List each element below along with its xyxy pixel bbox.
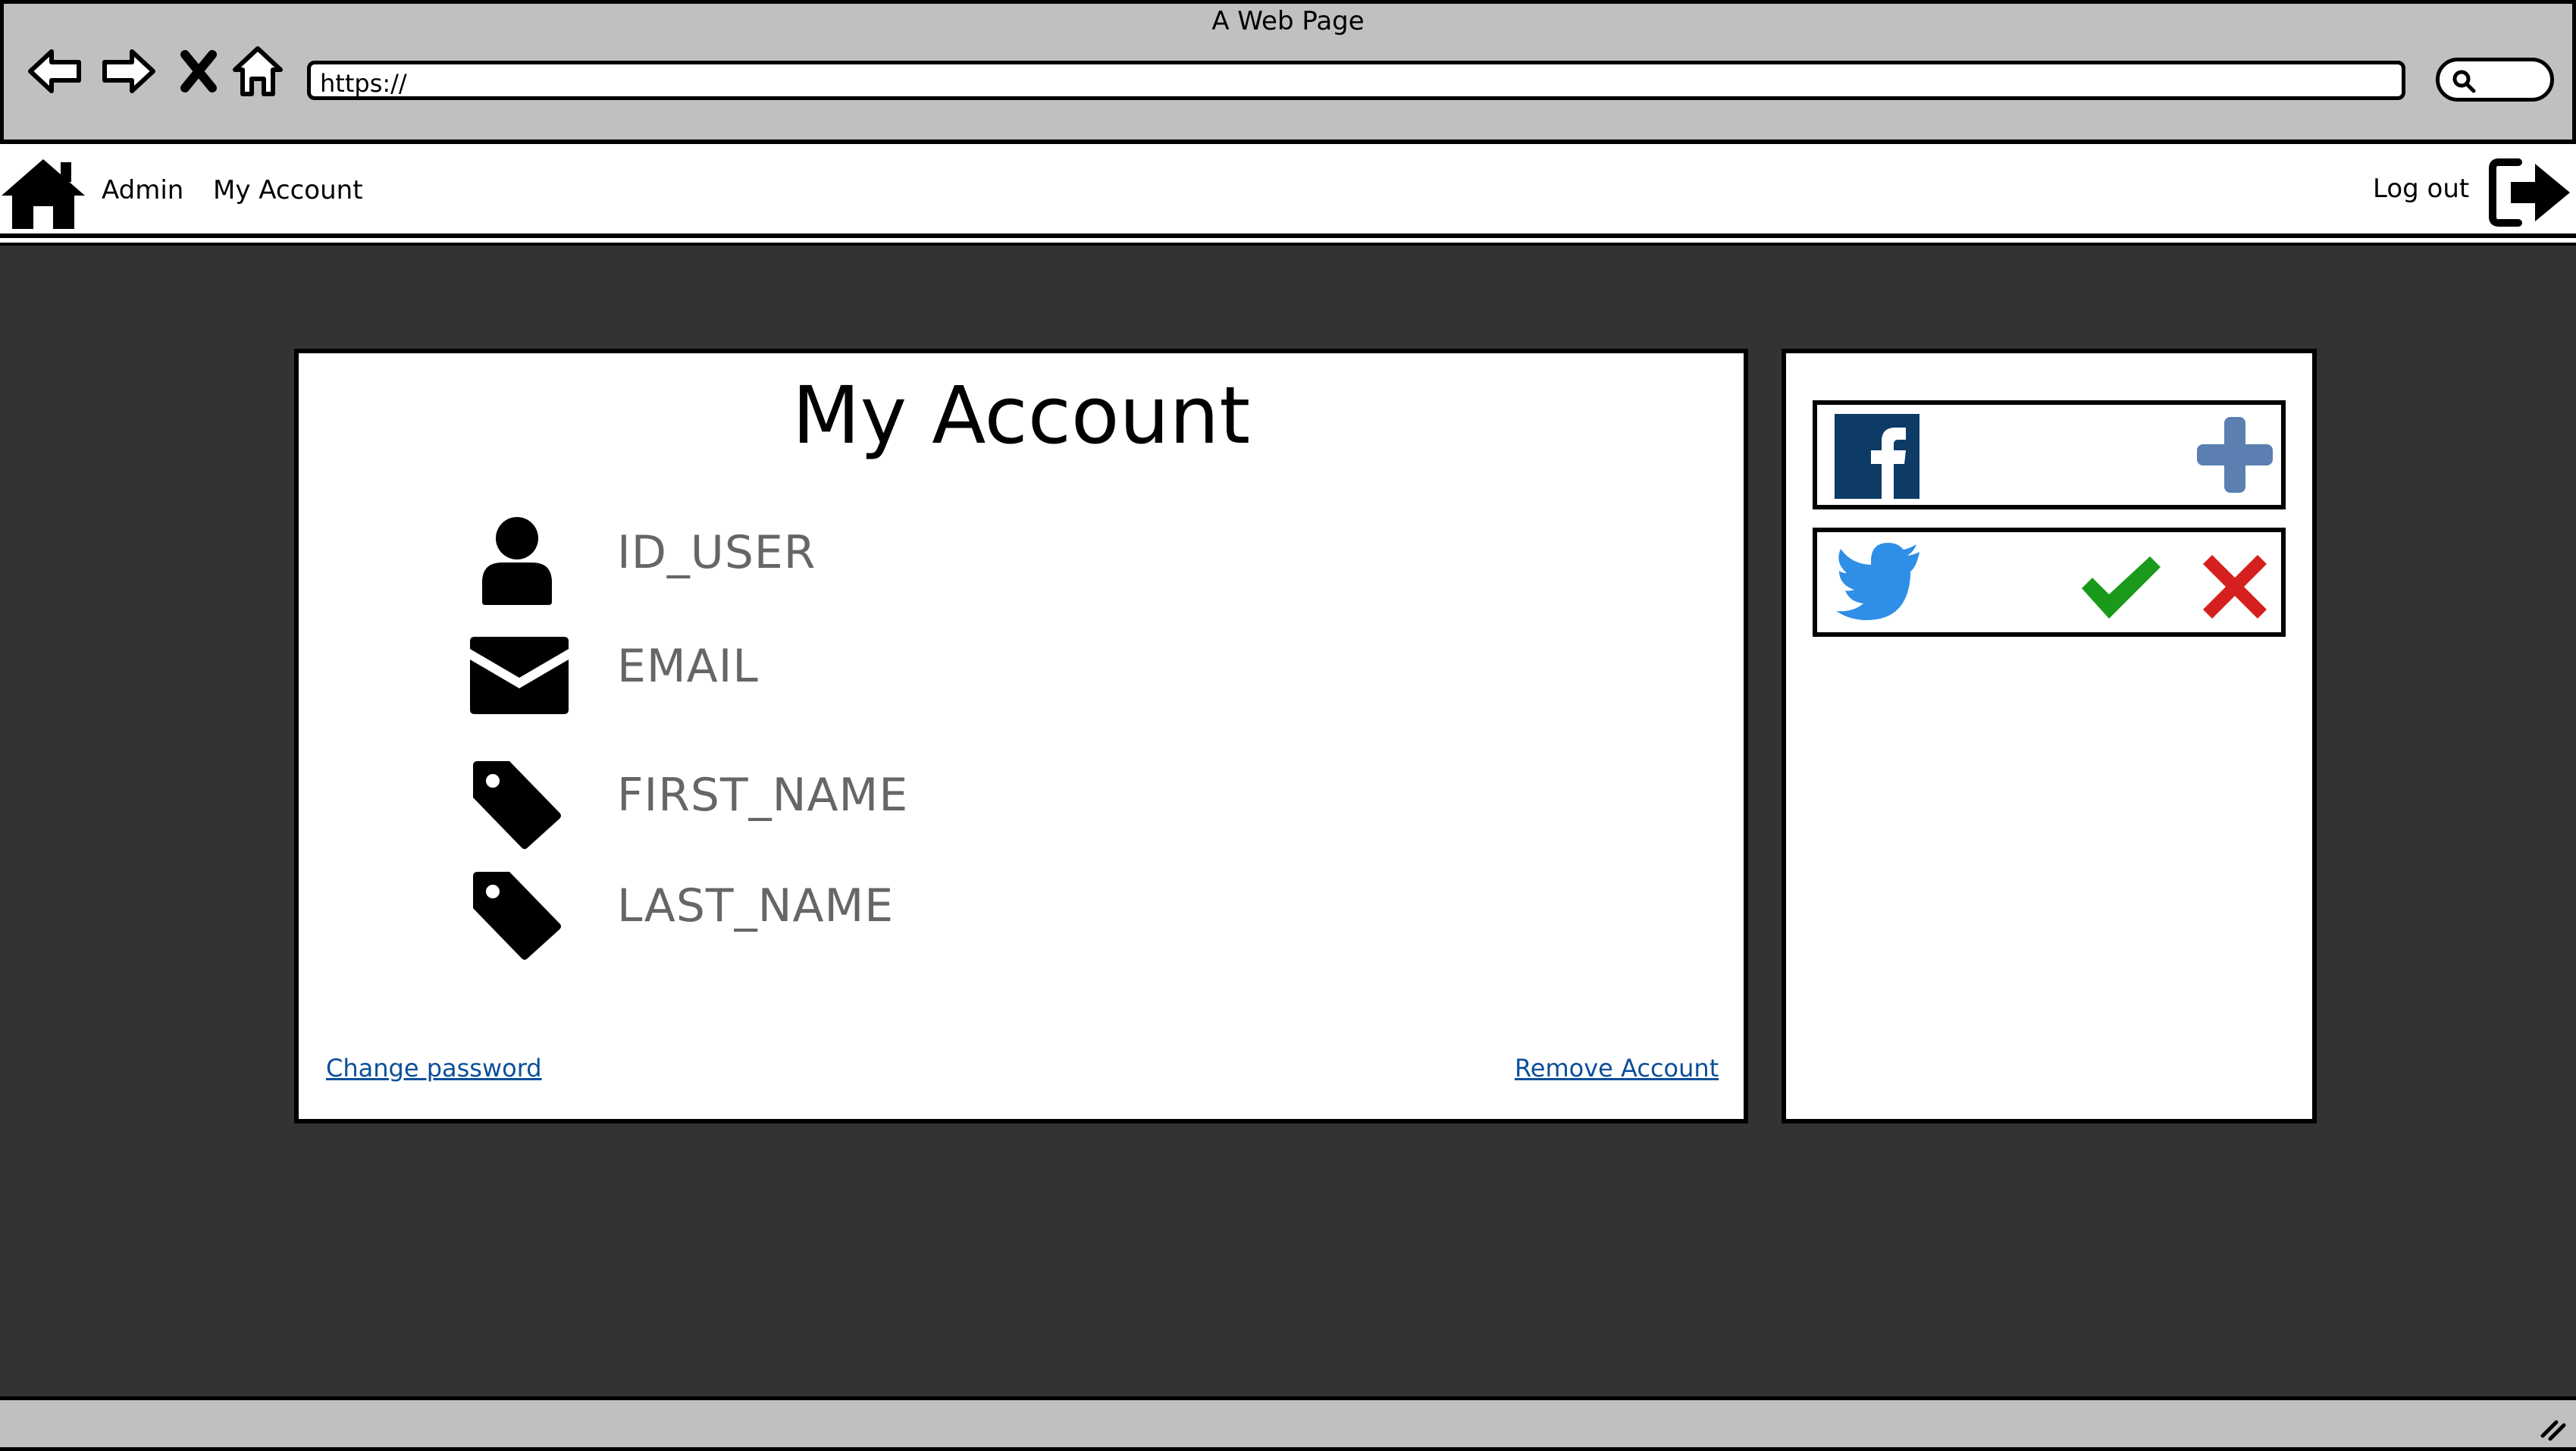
stop-icon[interactable] [167, 39, 230, 103]
site-navbar [0, 149, 2576, 238]
nav-link-my-account[interactable]: My Account [213, 175, 363, 205]
tag-icon [473, 761, 561, 849]
browser-status-bar [0, 1396, 2576, 1451]
url-input[interactable]: https:// [307, 61, 2405, 100]
field-first-name: FIRST_NAME [617, 769, 909, 822]
field-id-user: ID_USER [617, 526, 816, 579]
window-title: A Web Page [1211, 6, 1365, 36]
forward-arrow-icon[interactable] [97, 39, 161, 103]
field-last-name: LAST_NAME [617, 879, 895, 932]
twitter-icon [1836, 543, 1919, 620]
browser-search-box[interactable] [2436, 58, 2554, 102]
back-arrow-icon[interactable] [23, 39, 86, 103]
logout-icon[interactable] [2488, 156, 2573, 229]
check-icon[interactable] [2077, 553, 2165, 622]
close-icon[interactable] [2200, 552, 2270, 622]
nav-link-admin[interactable]: Admin [102, 175, 183, 205]
page-title: My Account [791, 369, 1251, 462]
resize-grip-icon[interactable] [2538, 1413, 2568, 1443]
remove-account-link[interactable]: Remove Account [1515, 1054, 1719, 1083]
envelope-icon [470, 637, 569, 714]
change-password-link[interactable]: Change password [326, 1054, 542, 1083]
search-icon [2452, 70, 2476, 93]
account-panel [294, 349, 1748, 1124]
home-icon[interactable] [0, 156, 86, 230]
logout-link[interactable]: Log out [2373, 174, 2469, 204]
plus-icon[interactable] [2192, 412, 2277, 497]
user-icon [482, 517, 552, 605]
tag-icon [473, 872, 561, 960]
facebook-icon [1835, 414, 1919, 499]
home-nav-icon[interactable] [226, 39, 290, 103]
field-email: EMAIL [617, 640, 759, 693]
